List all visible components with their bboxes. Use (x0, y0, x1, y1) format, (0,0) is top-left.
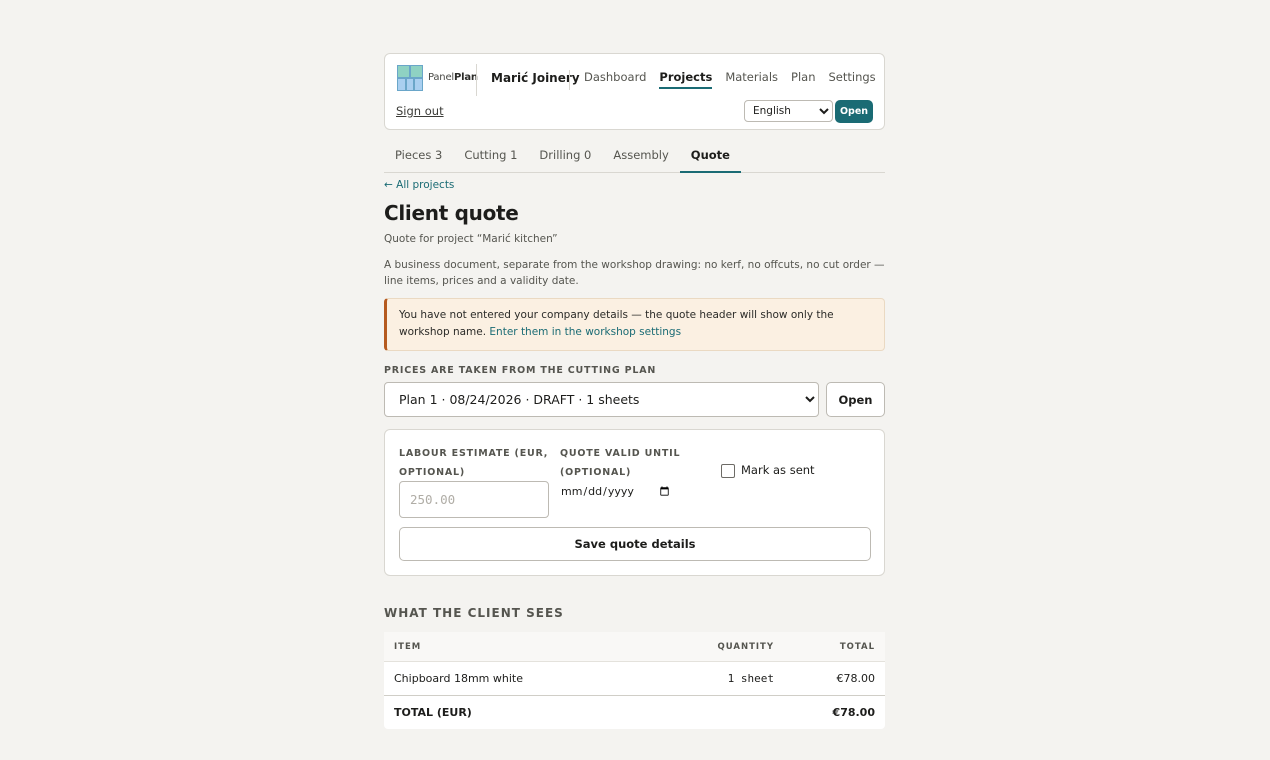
cutting-plan-select[interactable]: Plan 1 · 08/24/2026 · DRAFT · 1 sheets (384, 382, 819, 417)
column-header-quantity: QUANTITY (717, 641, 774, 652)
app-header: PanelPlan Marić Joinery Dashboard Projec… (384, 53, 885, 130)
nav-dashboard[interactable]: Dashboard (584, 70, 646, 89)
page-subtitle: Quote for project “Marić kitchen” (384, 233, 558, 245)
labour-estimate-label: Labour estimate (EUR, optional) (399, 448, 549, 478)
header-divider (569, 70, 570, 90)
company-details-alert: You have not entered your company detail… (384, 298, 885, 351)
column-header-total: TOTAL (839, 641, 875, 652)
table-header: ITEM QUANTITY TOTAL (384, 632, 885, 661)
tab-pieces[interactable]: Pieces 3 (384, 142, 453, 173)
main-nav: Dashboard Projects Materials Plan Settin… (584, 70, 889, 89)
tab-assembly[interactable]: Assembly (602, 142, 679, 173)
cell-total: €78.00 (836, 672, 876, 685)
page-container: PanelPlan Marić Joinery Dashboard Projec… (384, 53, 885, 729)
brand-name-part1: Panel (428, 72, 454, 83)
all-projects-link[interactable]: ← All projects (384, 179, 454, 191)
tab-quote[interactable]: Quote (679, 142, 741, 173)
quote-valid-label: Quote valid until (optional) (560, 448, 681, 478)
column-header-item: ITEM (394, 641, 422, 652)
panelplan-logo-icon[interactable] (397, 65, 423, 91)
cell-quantity: 1 sheet (727, 672, 774, 685)
page-description: A business document, separate from the w… (384, 259, 885, 287)
client-quote-table: ITEM QUANTITY TOTAL Chipboard 18mm white… (384, 632, 885, 729)
mark-as-sent-checkbox[interactable] (721, 464, 735, 478)
brand-name[interactable]: PanelPlan (428, 72, 478, 83)
save-quote-details-button[interactable]: Save quote details (399, 527, 871, 561)
page-title: Client quote (384, 201, 519, 225)
sign-out-link[interactable]: Sign out (396, 104, 444, 118)
nav-plan[interactable]: Plan (791, 70, 815, 89)
header-divider (476, 64, 477, 96)
tab-cutting[interactable]: Cutting 1 (453, 142, 528, 173)
table-row: Chipboard 18mm white 1 sheet €78.00 (384, 661, 885, 695)
plan-open-button[interactable]: Open (826, 382, 885, 417)
plan-label: Prices are taken from the cutting plan (384, 365, 657, 376)
total-label: TOTAL (EUR) (394, 706, 472, 719)
nav-settings[interactable]: Settings (829, 70, 876, 89)
project-tabs: Pieces 3 Cutting 1 Drilling 0 Assembly Q… (384, 142, 885, 173)
quote-valid-date-input[interactable] (560, 481, 672, 501)
language-open-button[interactable]: Open (835, 100, 873, 123)
table-total-row: TOTAL (EUR) €78.00 (384, 695, 885, 729)
cell-item: Chipboard 18mm white (394, 672, 523, 685)
client-view-label: What the client sees (384, 606, 564, 620)
workshop-settings-link[interactable]: Enter them in the workshop settings (489, 326, 681, 338)
tab-drilling[interactable]: Drilling 0 (528, 142, 602, 173)
total-value: €78.00 (832, 706, 875, 719)
brand-name-part2: Plan (453, 72, 478, 83)
mark-as-sent-label[interactable]: Mark as sent (741, 463, 815, 477)
nav-projects[interactable]: Projects (659, 70, 713, 89)
language-select[interactable]: English (744, 100, 833, 122)
quote-details-form: Labour estimate (EUR, optional) Quote va… (384, 429, 885, 576)
nav-materials[interactable]: Materials (725, 70, 778, 89)
labour-estimate-input[interactable] (399, 481, 549, 518)
workshop-name: Marić Joinery (491, 71, 580, 85)
